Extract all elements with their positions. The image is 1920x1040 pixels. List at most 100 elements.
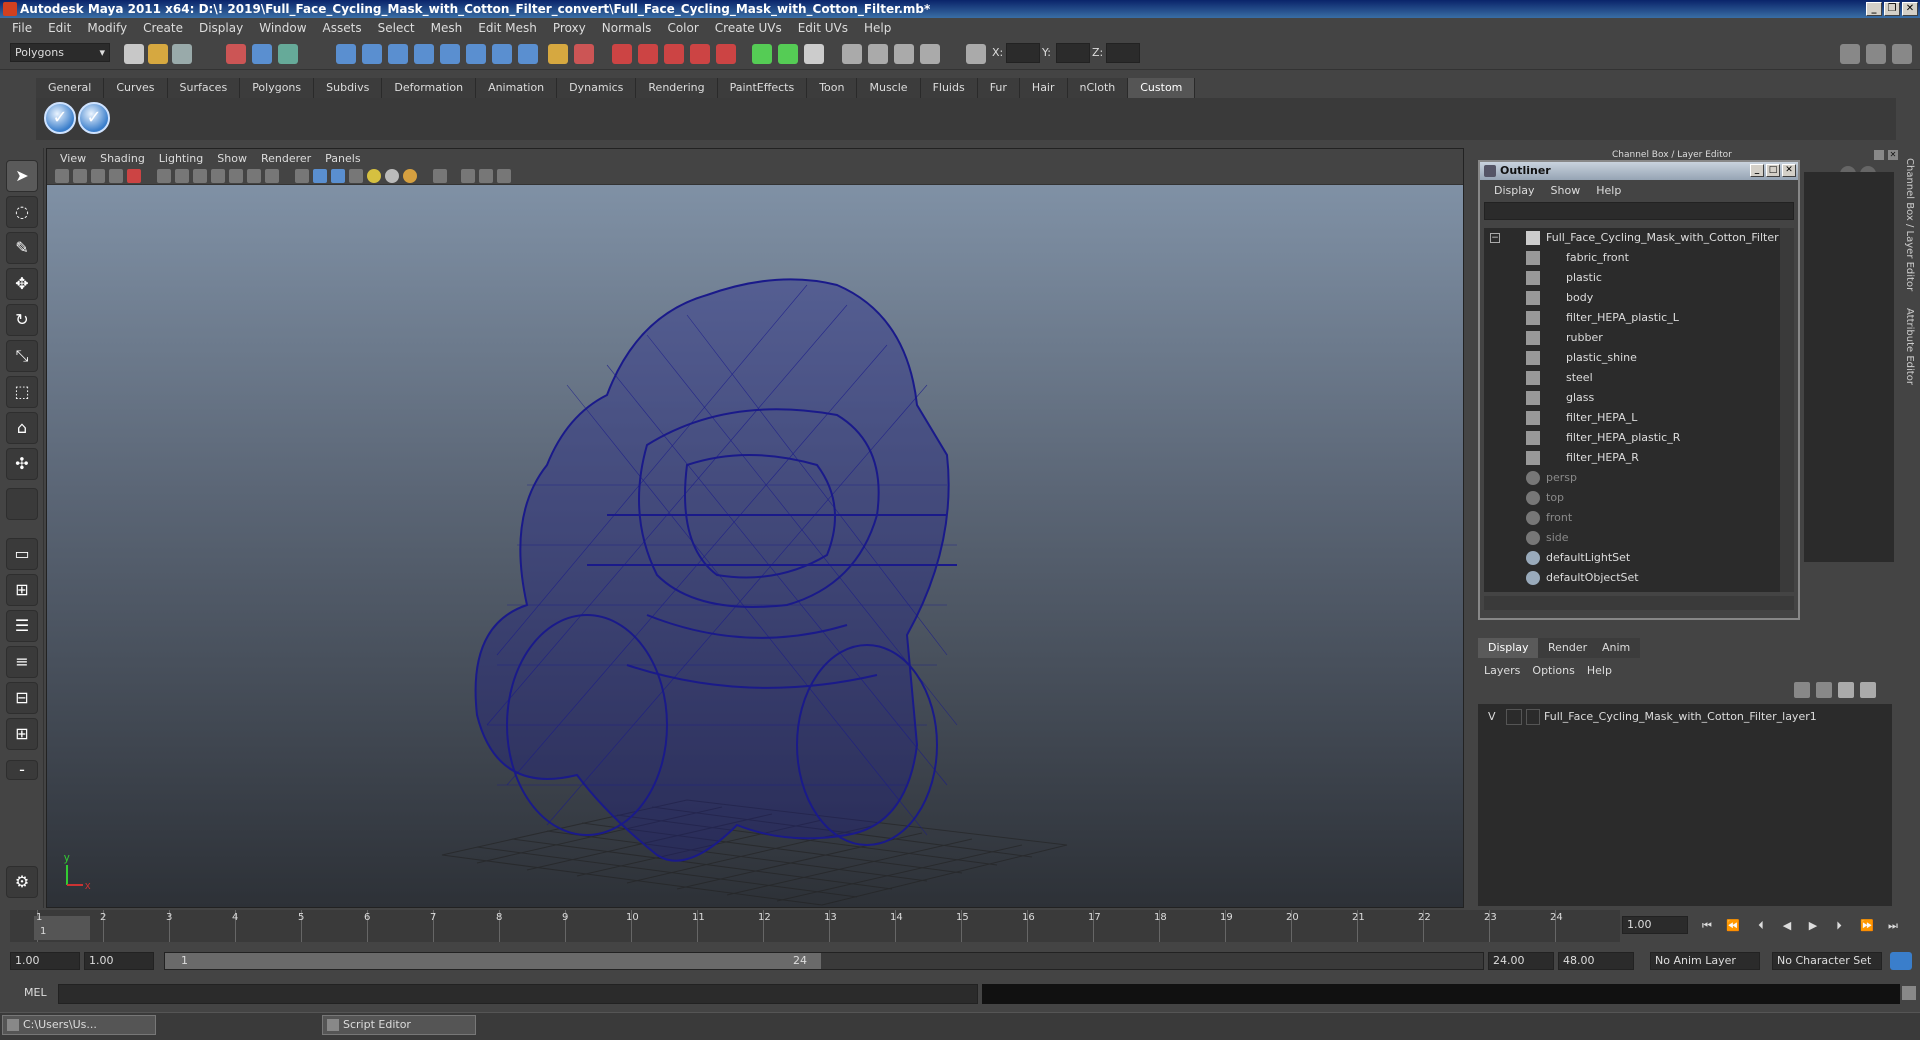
menu-edit[interactable]: Edit xyxy=(40,21,79,35)
image-plane-icon[interactable] xyxy=(109,169,123,183)
tab-dynamics[interactable]: Dynamics xyxy=(557,78,637,98)
move-tool-icon[interactable]: ✥ xyxy=(6,268,38,300)
snap-surface-icon[interactable] xyxy=(440,44,460,64)
tab-animation[interactable]: Animation xyxy=(476,78,558,98)
field-chart-icon[interactable] xyxy=(229,169,243,183)
play-backward-icon[interactable]: ◀ xyxy=(1780,920,1794,932)
start-time-field[interactable]: 1.00 xyxy=(10,952,80,970)
tab-fluids[interactable]: Fluids xyxy=(920,78,978,98)
ipr-render-icon[interactable] xyxy=(778,44,798,64)
outliner-item[interactable]: filter_HEPA_L xyxy=(1484,408,1780,428)
tab-rendering[interactable]: Rendering xyxy=(636,78,718,98)
menu-edit-uvs[interactable]: Edit UVs xyxy=(790,21,856,35)
vp-menu-renderer[interactable]: Renderer xyxy=(254,152,318,165)
tab-curves[interactable]: Curves xyxy=(104,78,168,98)
outliner-item[interactable]: rubber xyxy=(1484,328,1780,348)
rotate-tool-icon[interactable]: ↻ xyxy=(6,304,38,336)
outliner-menu-show[interactable]: Show xyxy=(1543,184,1589,197)
snap-point-icon[interactable] xyxy=(388,44,408,64)
outliner-menu-display[interactable]: Display xyxy=(1486,184,1543,197)
layout-more-icon[interactable]: - xyxy=(6,760,38,780)
four-pane-layout-icon[interactable]: ⊞ xyxy=(6,574,38,606)
menu-mesh[interactable]: Mesh xyxy=(423,21,471,35)
viewport-persp[interactable]: View Shading Lighting Show Renderer Pane… xyxy=(46,148,1464,908)
vp-menu-view[interactable]: View xyxy=(53,152,93,165)
collapse-icon[interactable]: − xyxy=(1490,233,1500,243)
outliner-item-set[interactable]: defaultObjectSet xyxy=(1484,568,1780,588)
hypershade-layout-icon[interactable]: ⊟ xyxy=(6,682,38,714)
close-button[interactable]: ✕ xyxy=(1902,2,1918,16)
anim-layer-selector[interactable]: No Anim Layer xyxy=(1650,952,1760,970)
snap-curve-icon[interactable] xyxy=(362,44,382,64)
vp-menu-lighting[interactable]: Lighting xyxy=(152,152,210,165)
show-manipulator-icon[interactable]: ✣ xyxy=(6,448,38,480)
new-scene-icon[interactable] xyxy=(124,44,144,64)
outliner-item-camera[interactable]: front xyxy=(1484,508,1780,528)
mode-selector[interactable]: Polygons ▾ xyxy=(10,43,110,62)
outliner-close-button[interactable]: ✕ xyxy=(1782,164,1796,177)
layer-menu-help[interactable]: Help xyxy=(1581,664,1618,677)
menu-proxy[interactable]: Proxy xyxy=(545,21,594,35)
input-ops-icon[interactable] xyxy=(574,44,594,64)
outliner-item[interactable]: steel xyxy=(1484,368,1780,388)
snap-plane-icon[interactable] xyxy=(414,44,434,64)
safe-title-icon[interactable] xyxy=(265,169,279,183)
shelf-check-icon-2[interactable]: ✓ xyxy=(78,102,110,134)
z-field[interactable] xyxy=(1106,43,1140,63)
xray-icon[interactable] xyxy=(461,169,475,183)
share-icon[interactable] xyxy=(497,169,511,183)
outliner-maximize-button[interactable]: □ xyxy=(1766,164,1780,177)
safe-action-icon[interactable] xyxy=(247,169,261,183)
menu-edit-mesh[interactable]: Edit Mesh xyxy=(470,21,545,35)
side-tab-attribute-editor[interactable]: Attribute Editor xyxy=(1904,308,1915,385)
outliner-item-camera[interactable]: side xyxy=(1484,528,1780,548)
layer-row[interactable]: V Full_Face_Cycling_Mask_with_Cotton_Fil… xyxy=(1482,708,1886,726)
x-field[interactable] xyxy=(1006,43,1040,63)
float-panel-icon[interactable] xyxy=(1874,150,1884,160)
select-tool-icon[interactable]: ➤ xyxy=(6,160,38,192)
last-tool-icon[interactable] xyxy=(6,488,38,520)
tab-hair[interactable]: Hair xyxy=(1019,78,1068,98)
script-editor-button-icon[interactable] xyxy=(1902,986,1916,1000)
toggle-tool-settings-icon[interactable] xyxy=(1892,44,1912,64)
outliner-item[interactable]: plastic xyxy=(1484,268,1780,288)
outliner-item-camera[interactable]: persp xyxy=(1484,468,1780,488)
soft-mod-icon[interactable]: ⌂ xyxy=(6,412,38,444)
paint-select-icon[interactable]: ✎ xyxy=(6,232,38,264)
default-light-icon[interactable] xyxy=(367,169,381,183)
layer-menu-options[interactable]: Options xyxy=(1526,664,1580,677)
resolution-gate-icon[interactable] xyxy=(193,169,207,183)
tab-subdivs[interactable]: Subdivs xyxy=(314,78,383,98)
smooth-shade-icon[interactable] xyxy=(313,169,327,183)
wireframe-icon[interactable] xyxy=(295,169,309,183)
graph-editor-icon[interactable] xyxy=(894,44,914,64)
select-object-icon[interactable] xyxy=(252,44,272,64)
end-time-field[interactable]: 48.00 xyxy=(1558,952,1634,970)
current-frame-field[interactable]: 1.00 xyxy=(1622,916,1688,934)
open-scene-icon[interactable] xyxy=(148,44,168,64)
magnet-point-icon[interactable] xyxy=(664,44,684,64)
layer-tab-render[interactable]: Render xyxy=(1538,638,1598,658)
vp-menu-show[interactable]: Show xyxy=(210,152,254,165)
shadows-icon[interactable] xyxy=(403,169,417,183)
y-field[interactable] xyxy=(1056,43,1090,63)
lasso-tool-icon[interactable]: ◌ xyxy=(6,196,38,228)
script-editor-icon[interactable]: ⚙ xyxy=(6,866,38,898)
two-d-pan-icon[interactable] xyxy=(127,169,141,183)
menu-help[interactable]: Help xyxy=(856,21,899,35)
camera-select-icon[interactable] xyxy=(55,169,69,183)
select-hierarchy-icon[interactable] xyxy=(226,44,246,64)
all-lights-icon[interactable] xyxy=(385,169,399,183)
tab-muscle[interactable]: Muscle xyxy=(857,78,921,98)
outliner-item[interactable]: filter_HEPA_plastic_R xyxy=(1484,428,1780,448)
render-settings-icon[interactable] xyxy=(804,44,824,64)
layer-tab-display[interactable]: Display xyxy=(1478,638,1539,658)
tab-toon[interactable]: Toon xyxy=(807,78,858,98)
history-icon[interactable] xyxy=(492,44,512,64)
range-slider-handle[interactable] xyxy=(165,953,821,969)
tab-custom[interactable]: Custom xyxy=(1128,78,1196,98)
taskbar-item-script-editor[interactable]: Script Editor xyxy=(322,1015,476,1035)
range-slider[interactable]: 1 24 xyxy=(164,952,1484,970)
menu-select[interactable]: Select xyxy=(370,21,423,35)
vp-menu-shading[interactable]: Shading xyxy=(93,152,152,165)
